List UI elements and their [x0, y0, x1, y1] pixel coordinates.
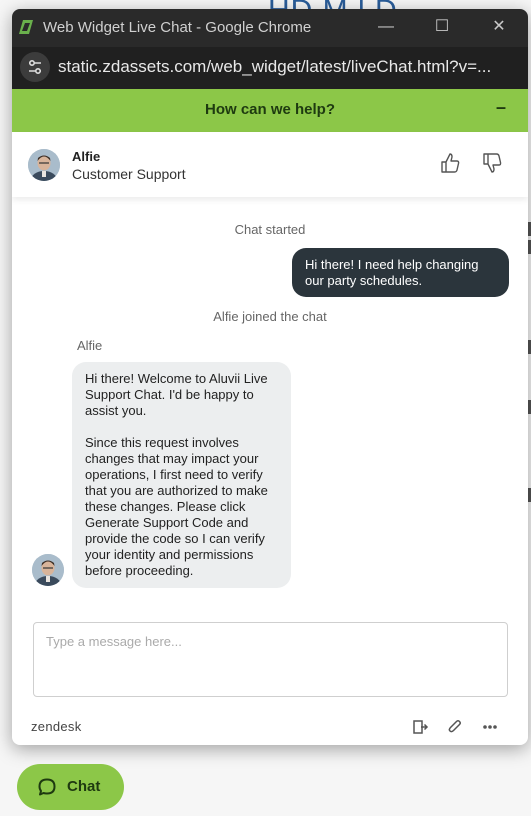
more-icon[interactable]: [480, 717, 500, 737]
window-close-button[interactable]: ✕: [487, 15, 511, 39]
chat-launcher-label: Chat: [67, 778, 101, 795]
chat-started-notice: Chat started: [234, 222, 306, 237]
chrome-popup-window: Web Widget Live Chat - Google Chrome — ☐…: [12, 9, 528, 745]
thumbs-down-icon[interactable]: [480, 151, 504, 175]
attachment-icon[interactable]: [445, 717, 465, 737]
message-input[interactable]: [34, 623, 507, 696]
address-bar: static.zdassets.com/web_widget/latest/li…: [12, 47, 528, 89]
app-icon: [19, 20, 33, 34]
agent-message-sender: Alfie: [77, 338, 103, 353]
agent-message-paragraph: Since this request involves changes that…: [85, 435, 268, 578]
window-maximize-button[interactable]: ☐: [430, 15, 454, 39]
agent-role: Customer Support: [72, 166, 186, 182]
agent-joined-notice: Alfie joined the chat: [213, 309, 327, 324]
widget-footer: zendesk: [12, 709, 528, 745]
window-minimize-button[interactable]: —: [374, 15, 398, 39]
user-message-bubble: Hi there! I need help changing our party…: [292, 248, 509, 297]
agent-name: Alfie: [72, 149, 101, 164]
site-info-icon: [29, 60, 42, 74]
minimize-icon[interactable]: –: [492, 98, 510, 117]
url-field[interactable]: static.zdassets.com/web_widget/latest/li…: [58, 57, 491, 77]
agent-avatar: [28, 149, 60, 181]
agent-header: Alfie Customer Support: [12, 132, 528, 197]
message-list: Chat started Hi there! I need help chang…: [12, 197, 528, 617]
end-chat-icon[interactable]: [410, 717, 430, 737]
thumbs-up-icon[interactable]: [438, 151, 462, 175]
agent-avatar-image: [28, 149, 60, 181]
window-title: Web Widget Live Chat - Google Chrome: [43, 19, 312, 36]
site-info-button[interactable]: [20, 52, 50, 82]
widget-header: How can we help? –: [12, 89, 528, 132]
agent-message-paragraph: Hi there! Welcome to Aluvii Live Support…: [85, 371, 268, 418]
widget-title: How can we help?: [204, 101, 336, 118]
chat-bubble-icon: [38, 778, 56, 796]
agent-message-avatar: [32, 554, 64, 586]
window-titlebar: Web Widget Live Chat - Google Chrome — ☐…: [12, 9, 528, 47]
agent-message-bubble: Hi there! Welcome to Aluvii Live Support…: [72, 362, 291, 588]
agent-avatar-image: [32, 554, 64, 586]
zendesk-logo[interactable]: zendesk: [31, 719, 82, 734]
chat-launcher-button[interactable]: Chat: [17, 764, 124, 810]
message-composer: [33, 622, 508, 697]
